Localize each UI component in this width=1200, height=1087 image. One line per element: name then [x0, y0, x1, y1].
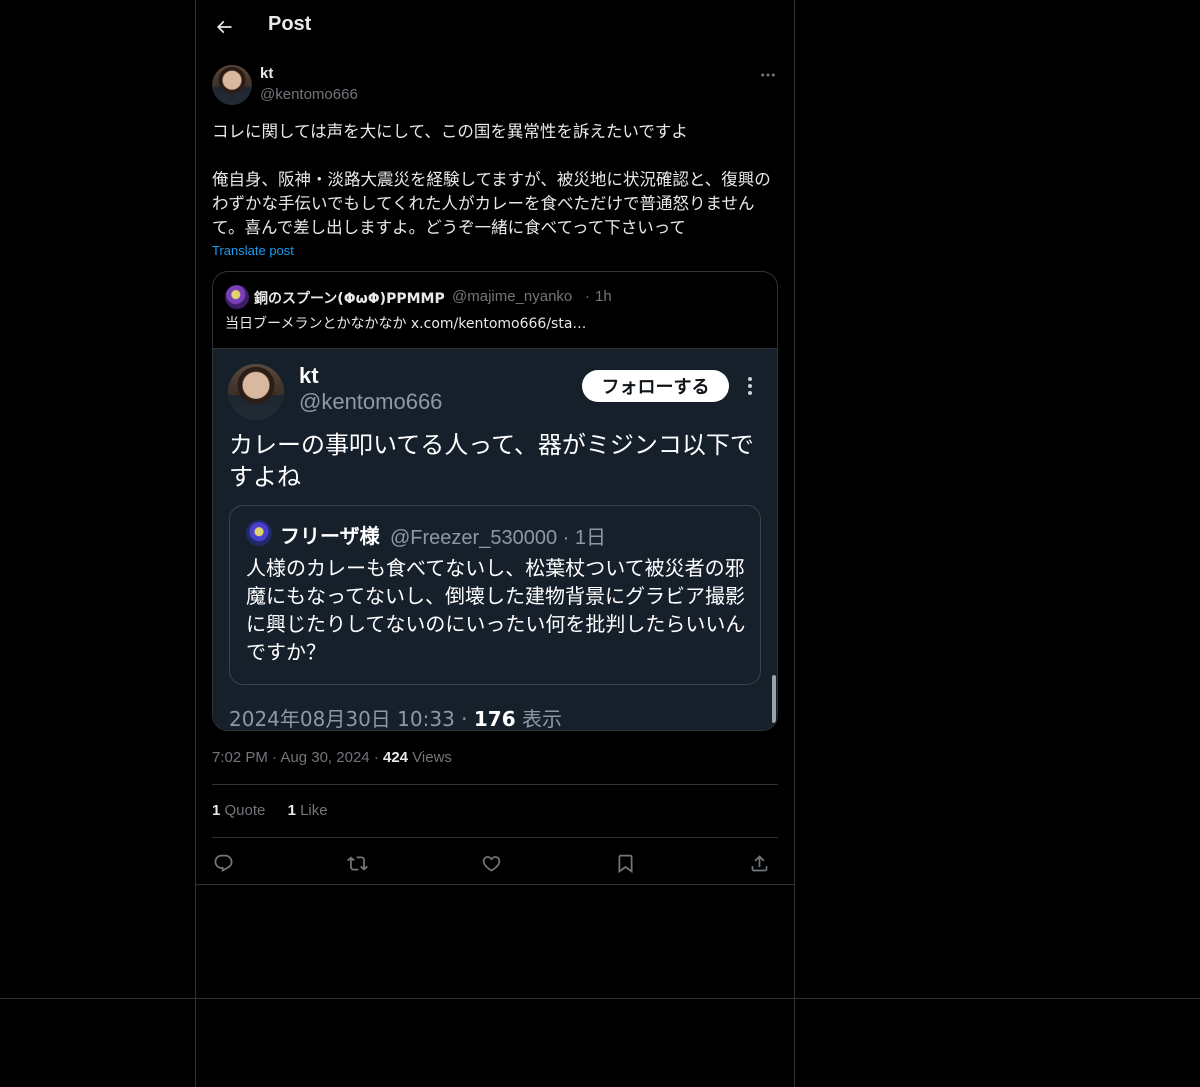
- post-text: コレに関しては声を大にして、この国を異常性を訴えたいですよ 俺自身、阪神・淡路大…: [212, 122, 771, 237]
- quote-separator: ·: [585, 288, 590, 305]
- screenshot-inner-quote: フリーザ様 @Freezer_530000 · 1日 人様のカレーも食べてないし…: [229, 505, 761, 685]
- post-column: Post kt @kentomo666 コレに関しては声を大にして、この国を異常…: [195, 0, 795, 1087]
- more-vertical-icon: [748, 377, 752, 395]
- column-divider: [196, 884, 794, 885]
- post-meta: 7:02 PM · Aug 30, 2024 · 424 Views: [212, 749, 452, 766]
- likes-link[interactable]: 1 Like: [288, 802, 328, 819]
- repost-icon: [346, 855, 368, 871]
- heart-icon: [482, 855, 500, 872]
- screenshot-date-text: 2024年08月30日 10:33 ·: [229, 707, 474, 731]
- divider: [212, 837, 778, 838]
- author-handle[interactable]: @kentomo666: [260, 86, 358, 103]
- screenshot-post-text: カレーの事叩いてる人って、器がミジンコ以下ですよね: [229, 431, 754, 491]
- back-button[interactable]: [208, 11, 240, 43]
- quotes-link[interactable]: 1 Quote: [212, 802, 265, 819]
- reply-icon: [214, 854, 232, 872]
- views-count: 424: [382, 749, 409, 766]
- page-title: Post: [268, 13, 312, 35]
- quotes-label: Quote: [224, 802, 266, 819]
- post-date[interactable]: Aug 30, 2024: [280, 749, 369, 766]
- meta-separator: ·: [373, 749, 383, 766]
- screenshot-inner-name: フリーザ様: [280, 524, 380, 548]
- screenshot-inner-handle: @Freezer_530000 · 1日: [390, 527, 606, 549]
- repost-button[interactable]: [342, 848, 372, 878]
- screenshot-follow-button: フォローする: [582, 370, 729, 402]
- screenshot-avatar: [228, 364, 284, 420]
- screenshot-inner-text: 人様のカレーも食べてないし、松葉杖ついて被災者の邪魔にもなってないし、倒壊した建…: [246, 556, 746, 664]
- bookmark-button[interactable]: [610, 848, 640, 878]
- header: Post: [196, 0, 794, 54]
- bookmark-icon: [618, 854, 632, 873]
- quote-attached-screenshot[interactable]: kt @kentomo666 フォローする カレーの事叩いてる人って、器がミジン…: [213, 348, 777, 731]
- engagement-stats: 1 Quote 1 Like: [212, 802, 346, 819]
- screenshot-views-label: 表示: [515, 707, 562, 731]
- likes-count: 1: [287, 802, 296, 819]
- more-horizontal-icon: [761, 73, 775, 77]
- share-button[interactable]: [744, 848, 774, 878]
- avatar[interactable]: [212, 65, 252, 105]
- quoted-post[interactable]: 銅のスプーン(ΦωΦ)PPMMP @majime_nyanko · 1h 当日ブ…: [212, 271, 778, 731]
- footer-divider: [0, 998, 1200, 999]
- screenshot-author-handle: @kentomo666: [299, 389, 443, 414]
- author-name[interactable]: kt: [260, 65, 273, 82]
- quotes-count: 1: [212, 802, 221, 819]
- quote-author-name: 銅のスプーン(ΦωΦ)PPMMP: [254, 291, 445, 307]
- views-label: Views: [412, 749, 452, 766]
- screenshot-scrollbar: [772, 675, 776, 723]
- share-icon: [751, 854, 767, 871]
- action-bar: [212, 848, 778, 878]
- quote-time: 1h: [595, 288, 612, 305]
- screenshot-date: 2024年08月30日 10:33 · 176 表示: [229, 703, 562, 731]
- more-button[interactable]: [756, 64, 780, 86]
- quote-avatar: [225, 285, 249, 309]
- divider: [212, 784, 778, 785]
- quote-text: 当日ブーメランとかなかなか x.com/kentomo666/sta…: [225, 316, 587, 332]
- like-button[interactable]: [476, 848, 506, 878]
- screenshot-views-count: 176: [473, 707, 516, 731]
- arrow-left-icon: [216, 20, 232, 34]
- screenshot-inner-avatar: [246, 520, 272, 546]
- translate-post-link[interactable]: Translate post: [212, 243, 294, 258]
- reply-button[interactable]: [208, 848, 238, 878]
- quote-author-handle: @majime_nyanko: [452, 288, 573, 305]
- screenshot-author-name: kt: [299, 363, 319, 388]
- likes-label: Like: [300, 802, 328, 819]
- post-time[interactable]: 7:02 PM: [212, 749, 268, 766]
